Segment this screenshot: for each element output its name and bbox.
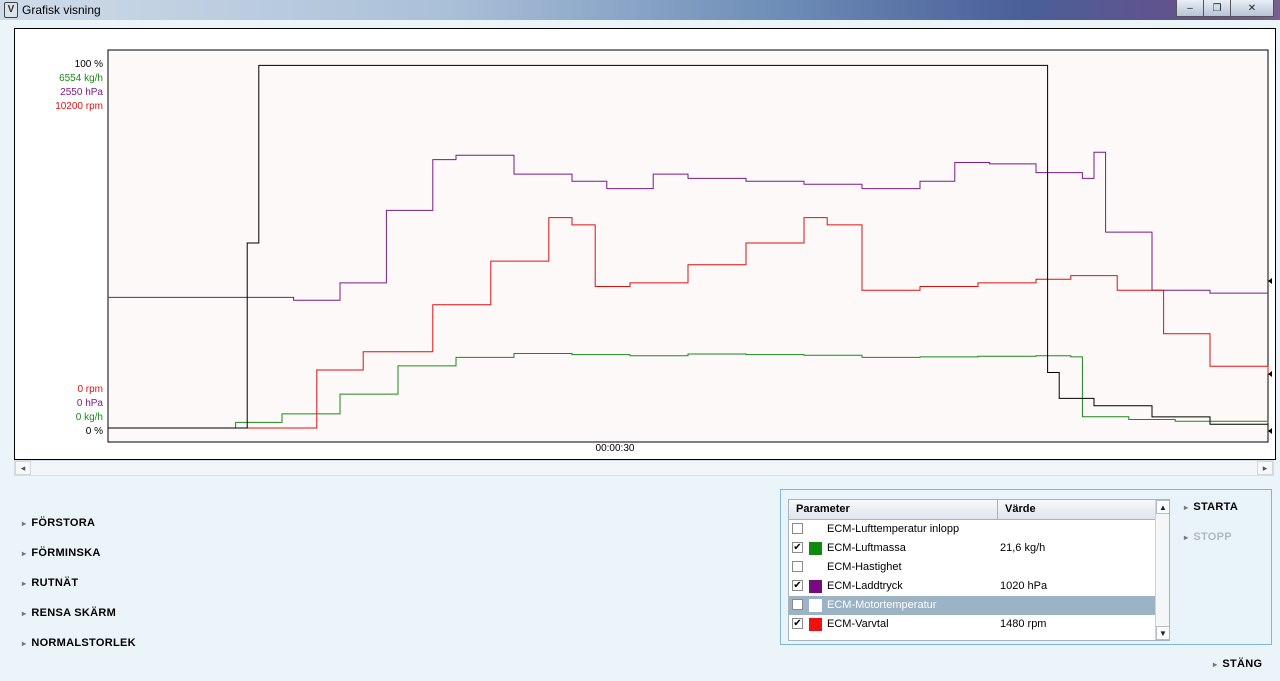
column-header-value[interactable]: Värde xyxy=(998,500,1155,519)
close-window-button[interactable]: ✕ xyxy=(1230,0,1274,17)
scale-label-bottom: 0 kg/h xyxy=(76,412,103,423)
chevron-right-icon: ▸ xyxy=(1213,659,1218,669)
chevron-right-icon: ▸ xyxy=(22,578,27,588)
horizontal-scrollbar[interactable]: ◂ ▸ xyxy=(14,460,1274,476)
plot-area xyxy=(107,49,1269,443)
menu-label: FÖRSTORA xyxy=(31,517,96,529)
grid-toggle-button[interactable]: ▸ RUTNÄT xyxy=(22,568,136,598)
window-title: Grafisk visning xyxy=(22,3,101,17)
checkbox[interactable]: ✔ xyxy=(792,542,803,553)
maximize-button[interactable]: ❐ xyxy=(1203,0,1231,17)
start-label: STARTA xyxy=(1193,501,1239,513)
checkbox[interactable]: ✔ xyxy=(792,618,803,629)
parameter-name: ECM-Lufttemperatur inlopp xyxy=(827,523,960,535)
scroll-right-icon[interactable]: ▸ xyxy=(1257,461,1273,475)
parameter-name: ECM-Hastighet xyxy=(827,561,902,573)
parameter-value: 1480 rpm xyxy=(1000,618,1047,630)
parameter-table: Parameter Värde ECM-Lufttemperatur inlop… xyxy=(788,499,1170,641)
color-swatch xyxy=(809,542,822,555)
scroll-down-icon[interactable]: ▼ xyxy=(1156,626,1169,640)
checkbox[interactable] xyxy=(792,523,803,534)
chevron-right-icon: ▸ xyxy=(1184,532,1189,542)
table-row[interactable]: ECM-Hastighet xyxy=(789,558,1155,577)
menu-label: RUTNÄT xyxy=(31,577,79,589)
left-menu: ▸ FÖRSTORA ▸ FÖRMINSKA ▸ RUTNÄT ▸ RENSA SKÄR… xyxy=(22,508,136,658)
scale-label-bottom: 0 rpm xyxy=(77,384,103,395)
color-swatch xyxy=(809,580,822,593)
parameter-value: 21,6 kg/h xyxy=(1000,542,1046,554)
parameter-rows: ECM-Lufttemperatur inlopp ✔ ECM-Luftmass… xyxy=(789,520,1155,634)
bottom-scale-labels: 0 rpm 0 hPa 0 kg/h 0 % xyxy=(76,384,104,437)
scale-label-top: 100 % xyxy=(75,59,103,70)
scroll-left-icon[interactable]: ◂ xyxy=(15,461,31,475)
chevron-right-icon: ▸ xyxy=(1184,502,1189,512)
menu-label: RENSA SKÄRM xyxy=(31,607,117,619)
parameter-name: ECM-Luftmassa xyxy=(827,542,906,554)
parameter-name: ECM-Varvtal xyxy=(827,618,889,630)
close-button[interactable]: ▸ STÄNG xyxy=(1213,658,1262,670)
title-bar: V Grafisk visning – ❐ ✕ xyxy=(0,0,1280,20)
scroll-up-icon[interactable]: ▲ xyxy=(1156,500,1169,514)
normal-size-button[interactable]: ▸ NORMALSTORLEK xyxy=(22,628,136,658)
table-row[interactable]: ECM-Lufttemperatur inlopp xyxy=(789,520,1155,539)
table-row[interactable]: ✔ ECM-Laddtryck 1020 hPa xyxy=(789,577,1155,596)
chevron-right-icon: ▸ xyxy=(22,518,27,528)
checkbox[interactable] xyxy=(792,599,803,610)
stop-button[interactable]: ▸ STOPP xyxy=(1184,531,1232,543)
scale-label-top: 6554 kg/h xyxy=(59,73,103,84)
vertical-scrollbar[interactable]: ▲ ▼ xyxy=(1155,500,1169,640)
table-row[interactable]: ECM-Motortemperatur xyxy=(789,596,1155,615)
chevron-right-icon: ▸ xyxy=(22,548,27,558)
table-row[interactable]: ✔ ECM-Luftmassa 21,6 kg/h xyxy=(789,539,1155,558)
chevron-right-icon: ▸ xyxy=(22,638,27,648)
column-header-parameter[interactable]: Parameter xyxy=(789,500,998,519)
top-scale-labels: 100 % 6554 kg/h 2550 hPa 10200 rpm xyxy=(55,59,103,112)
stop-label: STOPP xyxy=(1193,531,1232,543)
menu-label: NORMALSTORLEK xyxy=(31,637,136,649)
color-swatch xyxy=(809,523,822,536)
clear-screen-button[interactable]: ▸ RENSA SKÄRM xyxy=(22,598,136,628)
menu-label: FÖRMINSKA xyxy=(31,547,101,559)
table-row[interactable]: ✔ ECM-Varvtal 1480 rpm xyxy=(789,615,1155,634)
zoom-in-button[interactable]: ▸ FÖRSTORA xyxy=(22,508,136,538)
scale-label-top: 2550 hPa xyxy=(60,87,103,98)
chart-area: 100 % 6554 kg/h 2550 hPa 10200 rpm 0 rpm 0 h… xyxy=(14,28,1276,460)
color-swatch xyxy=(809,599,822,612)
right-marker-icon xyxy=(1268,371,1272,377)
right-marker-icon xyxy=(1268,278,1272,284)
chart-svg: 100 % 6554 kg/h 2550 hPa 10200 rpm 0 rpm 0 h… xyxy=(55,49,1272,454)
minimize-button[interactable]: – xyxy=(1176,0,1204,17)
parameter-name: ECM-Motortemperatur xyxy=(827,599,937,611)
zoom-out-button[interactable]: ▸ FÖRMINSKA xyxy=(22,538,136,568)
right-marker-icon xyxy=(1268,428,1272,434)
scale-label-bottom: 0 % xyxy=(86,426,103,437)
start-button[interactable]: ▸ STARTA xyxy=(1184,501,1238,513)
scale-label-bottom: 0 hPa xyxy=(77,398,104,409)
table-header: Parameter Värde xyxy=(789,500,1155,520)
scale-label-top: 10200 rpm xyxy=(55,101,103,112)
checkbox[interactable]: ✔ xyxy=(792,580,803,591)
close-label: STÄNG xyxy=(1222,658,1263,670)
chevron-right-icon: ▸ xyxy=(22,608,27,618)
color-swatch xyxy=(809,561,822,574)
time-axis-label: 00:00:30 xyxy=(596,443,635,454)
color-swatch xyxy=(809,618,822,631)
window-controls: – ❐ ✕ xyxy=(1176,0,1274,17)
parameter-value: 1020 hPa xyxy=(1000,580,1048,592)
app-icon: V xyxy=(4,2,18,18)
parameter-name: ECM-Laddtryck xyxy=(827,580,903,592)
checkbox[interactable] xyxy=(792,561,803,572)
